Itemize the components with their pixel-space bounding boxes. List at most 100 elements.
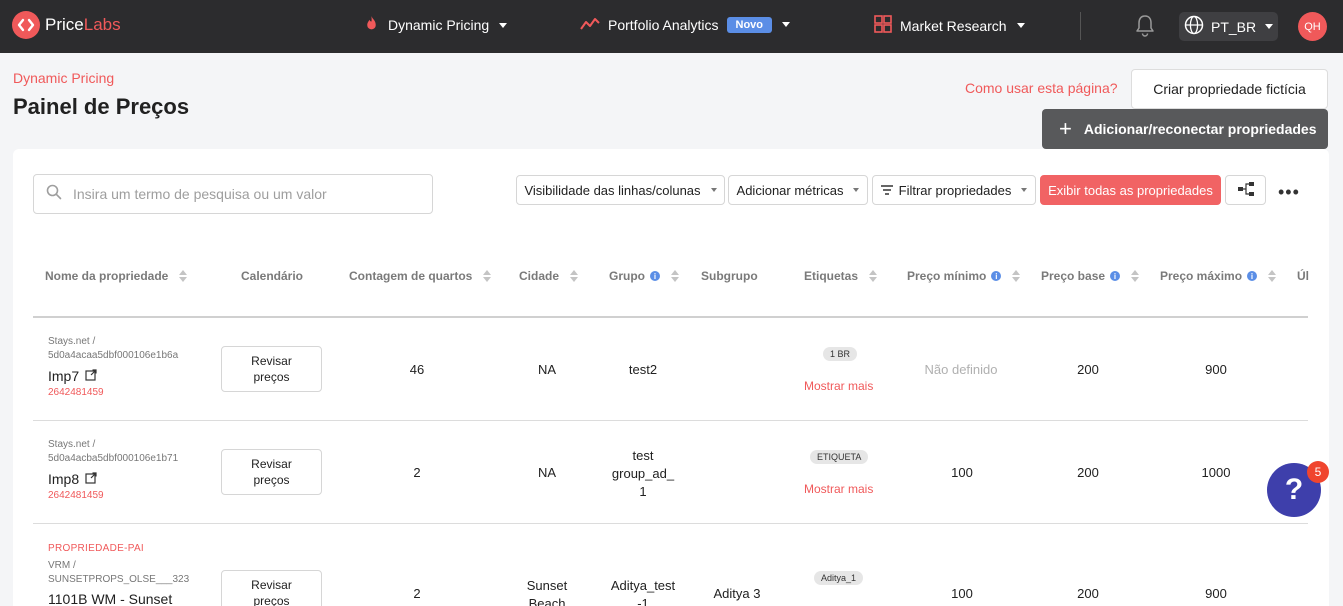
create-fictitious-property-button[interactable]: Criar propriedade fictícia (1131, 69, 1328, 109)
sort-icon (671, 270, 679, 282)
sort-icon (179, 270, 188, 282)
property-name-link[interactable]: 1101B WM - Sunset (48, 591, 172, 606)
notifications-bell-icon[interactable] (1134, 14, 1156, 43)
flame-icon (363, 15, 380, 35)
rooms-count: 2 (413, 465, 421, 480)
column-header-name-label: Nome da propriedade (45, 269, 169, 283)
column-header-max-price-label: Preço máximo (1160, 269, 1243, 283)
column-header-city[interactable]: Cidade (519, 269, 579, 283)
tag-chip: Aditya_1 (814, 571, 864, 585)
header-divider (33, 316, 1308, 318)
show-all-properties-button[interactable]: Exibir todas as propriedades (1040, 175, 1221, 205)
nav-dynamic-pricing-label: Dynamic Pricing (388, 17, 490, 33)
column-header-tags[interactable]: Etiquetas (804, 269, 878, 283)
column-header-truncated: Úl (1297, 269, 1309, 283)
column-header-tags-label: Etiquetas (804, 269, 859, 283)
search-input[interactable] (73, 186, 413, 202)
pms-source: Stays.net / 5d0a4acba5dbf000106e1b71 (48, 438, 178, 466)
external-link-icon (85, 471, 97, 487)
language-selector[interactable]: PT_BR (1179, 12, 1278, 41)
city: Sunset Beach (517, 577, 577, 606)
min-price[interactable]: Não definido (913, 362, 1009, 377)
tag-chip: ETIQUETA (810, 450, 869, 464)
review-prices-button[interactable]: Revisar preços (221, 449, 322, 495)
help-link[interactable]: Como usar esta página? (965, 80, 1118, 96)
min-price[interactable]: 100 (942, 465, 982, 480)
pms-line: 5d0a4acba5dbf000106e1b71 (48, 453, 179, 464)
review-label: preços (253, 370, 290, 384)
review-label: Revisar (251, 578, 292, 592)
pms-source: Stays.net / 5d0a4acaa5dbf000106e1b6a (48, 335, 178, 363)
nav-portfolio-analytics[interactable]: Portfolio Analytics Novo (580, 15, 790, 34)
column-header-base-price[interactable]: Preço base i (1041, 269, 1140, 283)
visibility-dropdown[interactable]: Visibilidade das linhas/colunas (516, 175, 725, 205)
review-prices-button[interactable]: Revisar preços (221, 570, 322, 606)
group-line: test (632, 448, 654, 463)
properties-card: Visibilidade das linhas/colunas Adiciona… (13, 149, 1329, 606)
add-reconnect-properties-button[interactable]: + Adicionar/reconectar propriedades (1042, 109, 1328, 149)
group: test2 (628, 362, 658, 377)
column-header-min-price[interactable]: Preço mínimo i (907, 269, 1021, 283)
property-name-link[interactable]: Imp7 (48, 368, 97, 384)
group-line: -1 (637, 596, 649, 606)
column-header-name[interactable]: Nome da propriedade (45, 269, 188, 283)
review-label: Revisar (251, 457, 292, 471)
property-name-link[interactable]: Imp8 (48, 471, 97, 487)
search-icon (46, 184, 62, 205)
base-price[interactable]: 200 (1068, 586, 1108, 601)
max-price[interactable]: 900 (1196, 586, 1236, 601)
info-icon[interactable]: i (991, 271, 1002, 281)
city-line: Sunset (526, 578, 568, 593)
column-header-min-price-label: Preço mínimo (907, 269, 987, 283)
rooms-count: 46 (409, 362, 425, 377)
property-name: Imp7 (48, 368, 80, 384)
property-name: 1101B WM - Sunset (48, 591, 173, 606)
group-line: 1 (639, 484, 647, 499)
nav-market-research[interactable]: Market Research (874, 15, 1025, 36)
top-nav: PriceLabs Dynamic Pricing Portfolio Anal… (0, 0, 1343, 53)
group: Aditya_test -1 (605, 577, 681, 606)
visibility-label: Visibilidade das linhas/colunas (524, 182, 701, 198)
page-title: Painel de Preços (13, 94, 190, 119)
filter-label: Filtrar propriedades (898, 182, 1012, 198)
add-metrics-dropdown[interactable]: Adicionar métricas (728, 175, 868, 205)
chevron-down-icon (710, 188, 717, 192)
column-header-max-price[interactable]: Preço máximo i (1160, 269, 1277, 283)
info-icon[interactable]: i (1110, 271, 1121, 281)
max-price[interactable]: 1000 (1193, 465, 1239, 480)
show-more-link[interactable]: Mostrar mais (804, 482, 873, 496)
brand-logo-link[interactable]: PriceLabs (12, 11, 121, 39)
sort-icon (1012, 270, 1021, 282)
column-header-calendar: Calendário (241, 269, 303, 283)
nav-dynamic-pricing[interactable]: Dynamic Pricing (363, 15, 508, 35)
breadcrumb[interactable]: Dynamic Pricing (13, 70, 114, 86)
add-metrics-label: Adicionar métricas (736, 182, 844, 198)
column-header-group[interactable]: Grupo i (609, 269, 679, 283)
external-link-icon (85, 368, 97, 384)
filter-properties-dropdown[interactable]: Filtrar propriedades (872, 175, 1036, 205)
info-icon[interactable]: i (650, 271, 660, 281)
city: NA (537, 362, 557, 377)
group-line: group_ad_ (611, 466, 675, 481)
info-icon[interactable]: i (1247, 271, 1258, 281)
max-price[interactable]: 900 (1196, 362, 1236, 377)
add-reconnect-label: Adicionar/reconectar propriedades (1083, 121, 1317, 137)
show-more-link[interactable]: Mostrar mais (804, 379, 873, 393)
sort-icon (1131, 270, 1140, 282)
column-header-rooms[interactable]: Contagem de quartos (349, 269, 492, 283)
hierarchy-icon (1237, 181, 1255, 199)
column-header-calendar-label: Calendário (241, 269, 304, 283)
pms-line: VRM / (48, 560, 76, 571)
pms-line: 5d0a4acaa5dbf000106e1b6a (48, 350, 179, 361)
user-avatar[interactable]: QH (1298, 12, 1327, 41)
base-price[interactable]: 200 (1068, 362, 1108, 377)
review-prices-button[interactable]: Revisar preços (221, 346, 322, 392)
column-header-truncated-label: Úl (1297, 269, 1309, 283)
filter-icon (880, 183, 893, 198)
notification-count-badge: 5 (1307, 461, 1329, 483)
more-options-icon[interactable]: ••• (1278, 182, 1300, 203)
language-label: PT_BR (1211, 18, 1257, 35)
hierarchy-view-button[interactable] (1225, 175, 1266, 205)
min-price[interactable]: 100 (942, 586, 982, 601)
base-price[interactable]: 200 (1068, 465, 1108, 480)
